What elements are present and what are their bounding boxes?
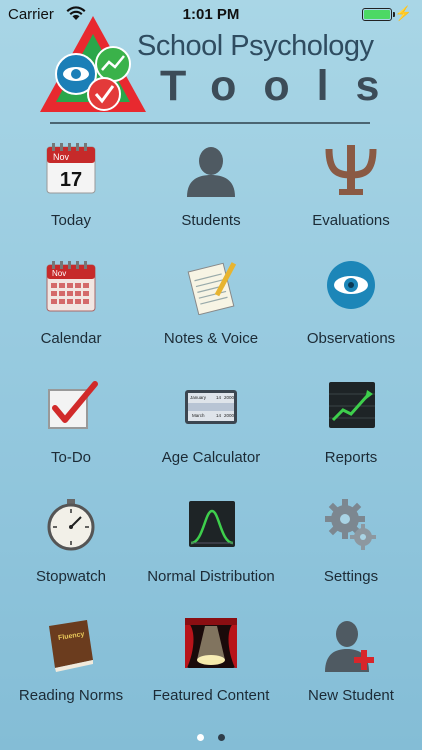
picker-row1-month: January (190, 395, 207, 400)
person-silhouette-icon (187, 147, 235, 197)
observations-button[interactable]: Observations (281, 253, 421, 371)
page-dot-2[interactable] (218, 734, 225, 741)
settings-label: Settings (323, 568, 379, 585)
stage-curtain-icon (185, 618, 237, 668)
picker-row1-day: 14 (216, 395, 222, 400)
bell-curve-icon (189, 501, 235, 547)
settings-button[interactable]: Settings (281, 491, 421, 609)
todo-button[interactable]: To-Do (1, 372, 141, 490)
evaluations-label: Evaluations (312, 212, 390, 229)
today-button[interactable]: Nov 17 Today (1, 135, 141, 253)
calendar-today-icon: Nov 17 (46, 143, 96, 194)
today-day-text: 17 (60, 169, 82, 191)
charging-bolt-icon: ⚡ (394, 5, 412, 21)
line-chart-icon (329, 382, 375, 428)
new-student-label: New Student (308, 687, 394, 704)
reading-norms-label: Reading Norms (18, 687, 124, 704)
age-calculator-button[interactable]: January 14 2000 March 14 2000 Age Calcul… (141, 372, 281, 490)
featured-content-label: Featured Content (152, 687, 270, 704)
header-divider (50, 122, 370, 124)
normal-distribution-button[interactable]: Normal Distribution (141, 491, 281, 609)
gears-icon (325, 499, 376, 550)
app-title-line1: School Psychology (137, 30, 374, 62)
fluency-book-icon: Fluency (49, 620, 93, 672)
todo-label: To-Do (50, 449, 91, 466)
stopwatch-label: Stopwatch (35, 568, 107, 585)
checkbox-checked-icon (48, 381, 98, 429)
notes-voice-button[interactable]: Notes & Voice (141, 253, 281, 371)
stopwatch-icon (47, 499, 95, 551)
normal-distribution-label: Normal Distribution (147, 568, 275, 585)
reading-norms-button[interactable]: Fluency Reading Norms (1, 610, 141, 728)
today-month-text: Nov (53, 152, 70, 162)
page-dot-1[interactable] (197, 734, 204, 741)
calendar-label: Calendar (40, 330, 102, 347)
students-label: Students (181, 212, 241, 229)
picker-row1-year: 2000 (224, 395, 235, 400)
reports-button[interactable]: Reports (281, 372, 421, 490)
evaluations-button[interactable]: Evaluations (281, 135, 421, 253)
observations-label: Observations (306, 330, 396, 347)
battery-icon (362, 8, 395, 21)
picker-row2-year: 2000 (224, 413, 235, 418)
app-logo-icon (40, 16, 146, 112)
notes-voice-label: Notes & Voice (163, 330, 259, 347)
new-student-button[interactable]: New Student (281, 610, 421, 728)
app-title-line2: Tools (160, 62, 407, 110)
reports-label: Reports (324, 449, 378, 466)
featured-content-button[interactable]: Featured Content (141, 610, 281, 728)
today-label: Today (50, 212, 92, 229)
picker-row2-day: 14 (216, 413, 222, 418)
psi-symbol-icon (325, 145, 377, 195)
students-button[interactable]: Students (141, 135, 281, 253)
calendar-month-icon: Nov (46, 261, 96, 312)
calendar-month-text: Nov (52, 269, 66, 278)
calendar-button[interactable]: Nov Calendar (1, 253, 141, 371)
page-indicator[interactable] (0, 728, 422, 746)
date-picker-icon: January 14 2000 March 14 2000 (185, 390, 237, 424)
stopwatch-button[interactable]: Stopwatch (1, 491, 141, 609)
notepad-pencil-icon (187, 262, 237, 315)
picker-row2-month: March (192, 413, 205, 418)
add-person-icon (325, 621, 374, 672)
eye-icon (327, 261, 375, 309)
age-calculator-label: Age Calculator (161, 449, 261, 466)
